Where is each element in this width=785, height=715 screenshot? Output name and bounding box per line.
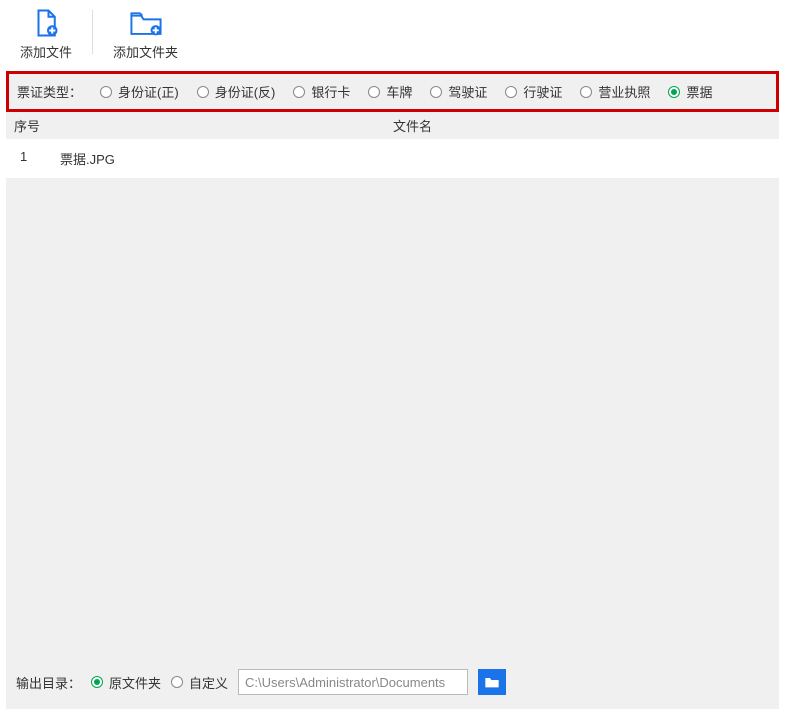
radio-dot-icon [100, 86, 112, 98]
radio-label: 自定义 [189, 673, 228, 692]
table-header: 序号 文件名 [6, 112, 779, 139]
radio-label: 营业执照 [598, 82, 650, 101]
radio-label: 票据 [686, 82, 712, 101]
radio-label: 银行卡 [311, 82, 350, 101]
browse-button[interactable] [478, 669, 506, 695]
add-folder-label: 添加文件夹 [113, 42, 178, 61]
radio-label: 身份证(正) [118, 82, 179, 101]
radio-dot-icon [668, 86, 680, 98]
radio-dot-icon [171, 676, 183, 688]
radio-dot-icon [580, 86, 592, 98]
column-header-num: 序号 [14, 116, 54, 135]
add-file-icon [28, 8, 64, 38]
radio-dot-icon [368, 86, 380, 98]
ticket-type-row: 票证类型： 身份证(正) 身份证(反) 银行卡 车牌 驾驶证 行驶证 营业执照 [9, 74, 776, 109]
add-folder-icon [128, 8, 164, 38]
ticket-type-label: 票证类型： [17, 82, 82, 101]
toolbar: 添加文件 添加文件夹 [0, 0, 785, 67]
radio-label: 原文件夹 [109, 673, 161, 692]
cell-num: 1 [14, 149, 54, 168]
folder-icon [484, 675, 500, 689]
radio-dot-icon [197, 86, 209, 98]
radio-output-custom[interactable]: 自定义 [171, 673, 228, 692]
radio-label: 身份证(反) [215, 82, 276, 101]
column-header-name: 文件名 [54, 116, 771, 135]
radio-vehicle-license[interactable]: 行驶证 [505, 82, 562, 101]
radio-business-license[interactable]: 营业执照 [580, 82, 650, 101]
output-bar: 输出目录： 原文件夹 自定义 [6, 655, 779, 709]
highlight-box: 票证类型： 身份证(正) 身份证(反) 银行卡 车牌 驾驶证 行驶证 营业执照 [6, 71, 779, 112]
radio-id-back[interactable]: 身份证(反) [197, 82, 276, 101]
radio-plate[interactable]: 车牌 [368, 82, 412, 101]
radio-dot-icon [430, 86, 442, 98]
radio-receipt[interactable]: 票据 [668, 82, 712, 101]
add-file-button[interactable]: 添加文件 [12, 8, 80, 61]
radio-dot-icon [505, 86, 517, 98]
add-folder-button[interactable]: 添加文件夹 [105, 8, 186, 61]
radio-id-front[interactable]: 身份证(正) [100, 82, 179, 101]
radio-label: 车牌 [386, 82, 412, 101]
output-path-input[interactable] [238, 669, 468, 695]
radio-bank-card[interactable]: 银行卡 [293, 82, 350, 101]
table-row[interactable]: 1 票据.JPG [6, 139, 779, 178]
add-file-label: 添加文件 [20, 42, 72, 61]
radio-label: 行驶证 [523, 82, 562, 101]
toolbar-divider [92, 10, 93, 54]
radio-dot-icon [293, 86, 305, 98]
table-body: 1 票据.JPG [6, 139, 779, 655]
radio-drive-license[interactable]: 驾驶证 [430, 82, 487, 101]
output-label: 输出目录： [16, 673, 81, 692]
radio-label: 驾驶证 [448, 82, 487, 101]
cell-name: 票据.JPG [54, 149, 771, 168]
radio-dot-icon [91, 676, 103, 688]
radio-output-original[interactable]: 原文件夹 [91, 673, 161, 692]
